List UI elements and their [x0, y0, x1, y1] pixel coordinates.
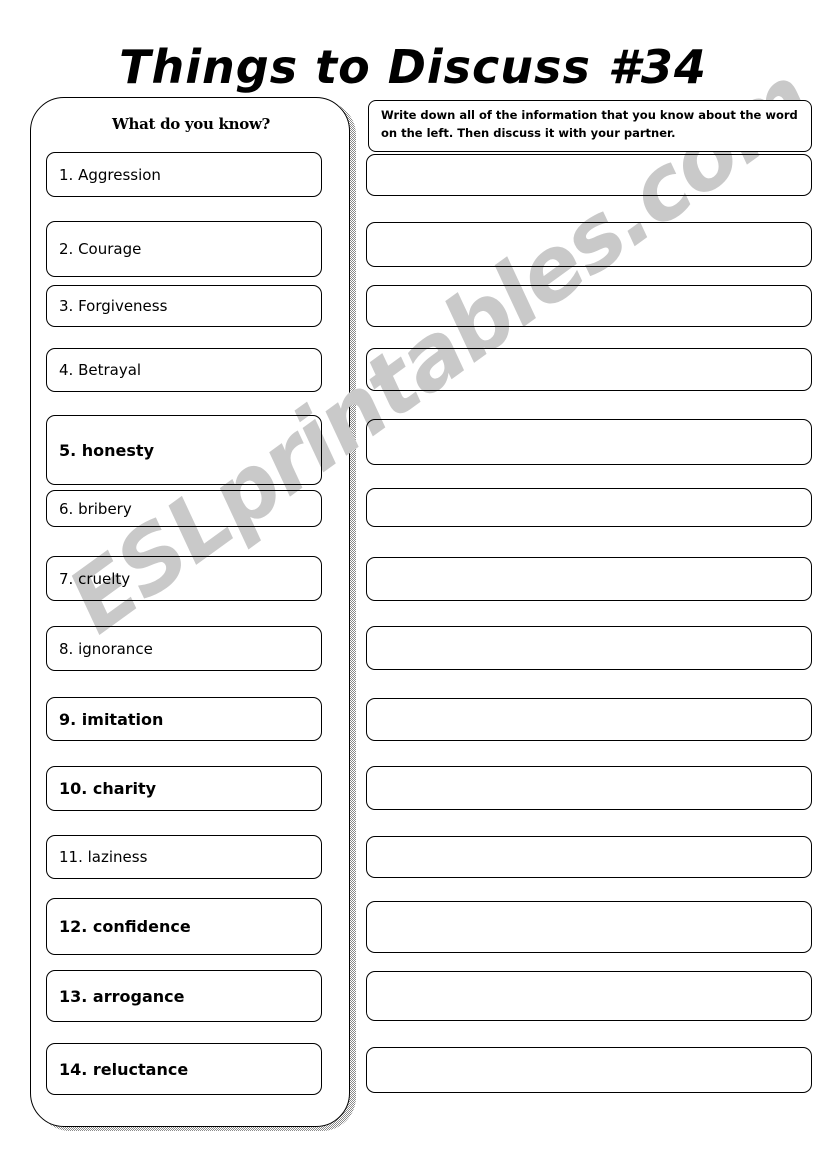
answer-box[interactable] — [366, 222, 812, 267]
answer-box[interactable] — [366, 1047, 812, 1093]
answer-box[interactable] — [366, 901, 812, 953]
answer-box[interactable] — [366, 557, 812, 601]
answer-box[interactable] — [366, 154, 812, 196]
answer-box[interactable] — [366, 285, 812, 327]
page-title: Things to Discuss #34 — [119, 40, 707, 94]
answer-box[interactable] — [366, 836, 812, 878]
answer-box[interactable] — [366, 488, 812, 527]
answer-box[interactable] — [366, 348, 812, 391]
answer-box[interactable] — [366, 766, 812, 810]
answer-box[interactable] — [366, 626, 812, 670]
answer-box[interactable] — [366, 698, 812, 741]
answer-list — [0, 0, 826, 1169]
answer-box[interactable] — [366, 419, 812, 465]
answer-box[interactable] — [366, 971, 812, 1021]
